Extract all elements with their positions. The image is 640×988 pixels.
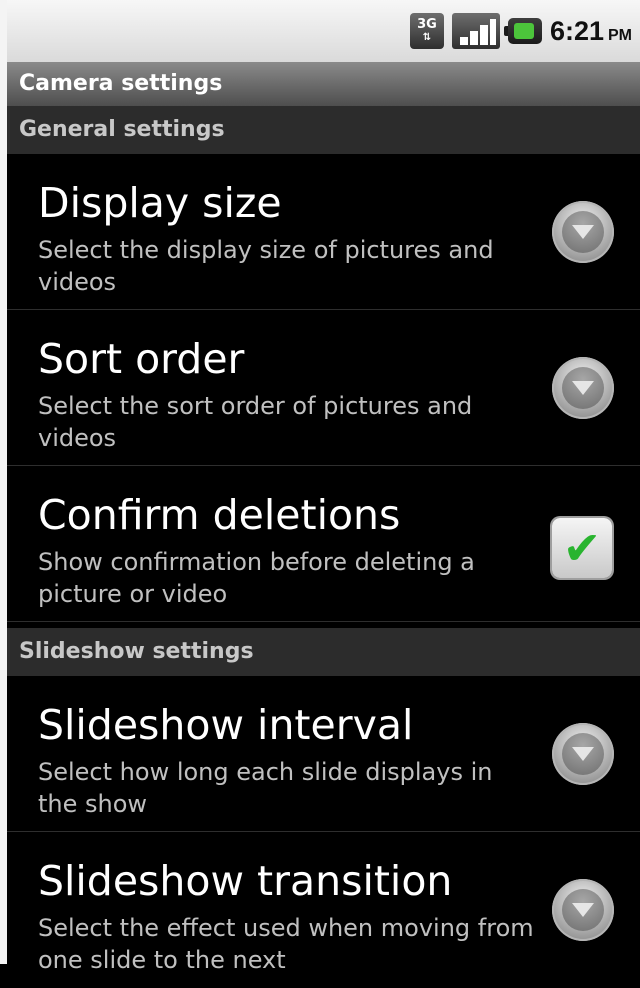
dropdown-arrow-icon[interactable] (552, 723, 614, 785)
pref-summary: Select how long each slide displays in t… (38, 758, 493, 818)
section-header-general: General settings (7, 106, 640, 154)
dropdown-arrow-icon[interactable] (552, 879, 614, 941)
pref-title: Display size (38, 179, 282, 227)
pref-title: Sort order (38, 335, 245, 383)
pref-sort-order[interactable]: Sort order Select the sort order of pict… (7, 310, 640, 466)
dropdown-arrow-icon[interactable] (552, 357, 614, 419)
status-bar: 3G ⇅ 6:21 PM (7, 0, 640, 62)
status-ampm: PM (608, 26, 632, 44)
pref-slideshow-interval[interactable]: Slideshow interval Select how long each … (7, 676, 640, 832)
left-edge (0, 0, 7, 964)
status-time: 6:21 (549, 15, 604, 46)
pref-title: Slideshow transition (38, 857, 453, 905)
pref-display-size[interactable]: Display size Select the display size of … (7, 154, 640, 310)
pref-confirm-deletions[interactable]: Confirm deletions Show confirmation befo… (7, 466, 640, 622)
confirm-deletions-checkbox[interactable]: ✔ (552, 518, 612, 578)
status-clock: 6:21 PM (550, 16, 632, 47)
pref-slideshow-transition[interactable]: Slideshow transition Select the effect u… (7, 832, 640, 988)
3g-icon: 3G ⇅ (409, 13, 444, 49)
section-header-slideshow: Slideshow settings (7, 628, 640, 676)
pref-title: Slideshow interval (38, 701, 414, 749)
pref-summary: Select the display size of pictures and … (38, 236, 494, 296)
pref-summary: Show confirmation before deleting a pict… (38, 548, 475, 608)
signal-strength-icon (451, 13, 500, 49)
checkmark-icon: ✔ (562, 521, 602, 575)
pref-summary: Select the effect used when moving from … (38, 914, 534, 974)
battery-charging-icon (503, 18, 542, 44)
pref-summary: Select the sort order of pictures and vi… (38, 392, 473, 452)
page-title: Camera settings (7, 62, 640, 106)
dropdown-arrow-icon[interactable] (552, 201, 614, 263)
pref-title: Confirm deletions (38, 491, 401, 539)
